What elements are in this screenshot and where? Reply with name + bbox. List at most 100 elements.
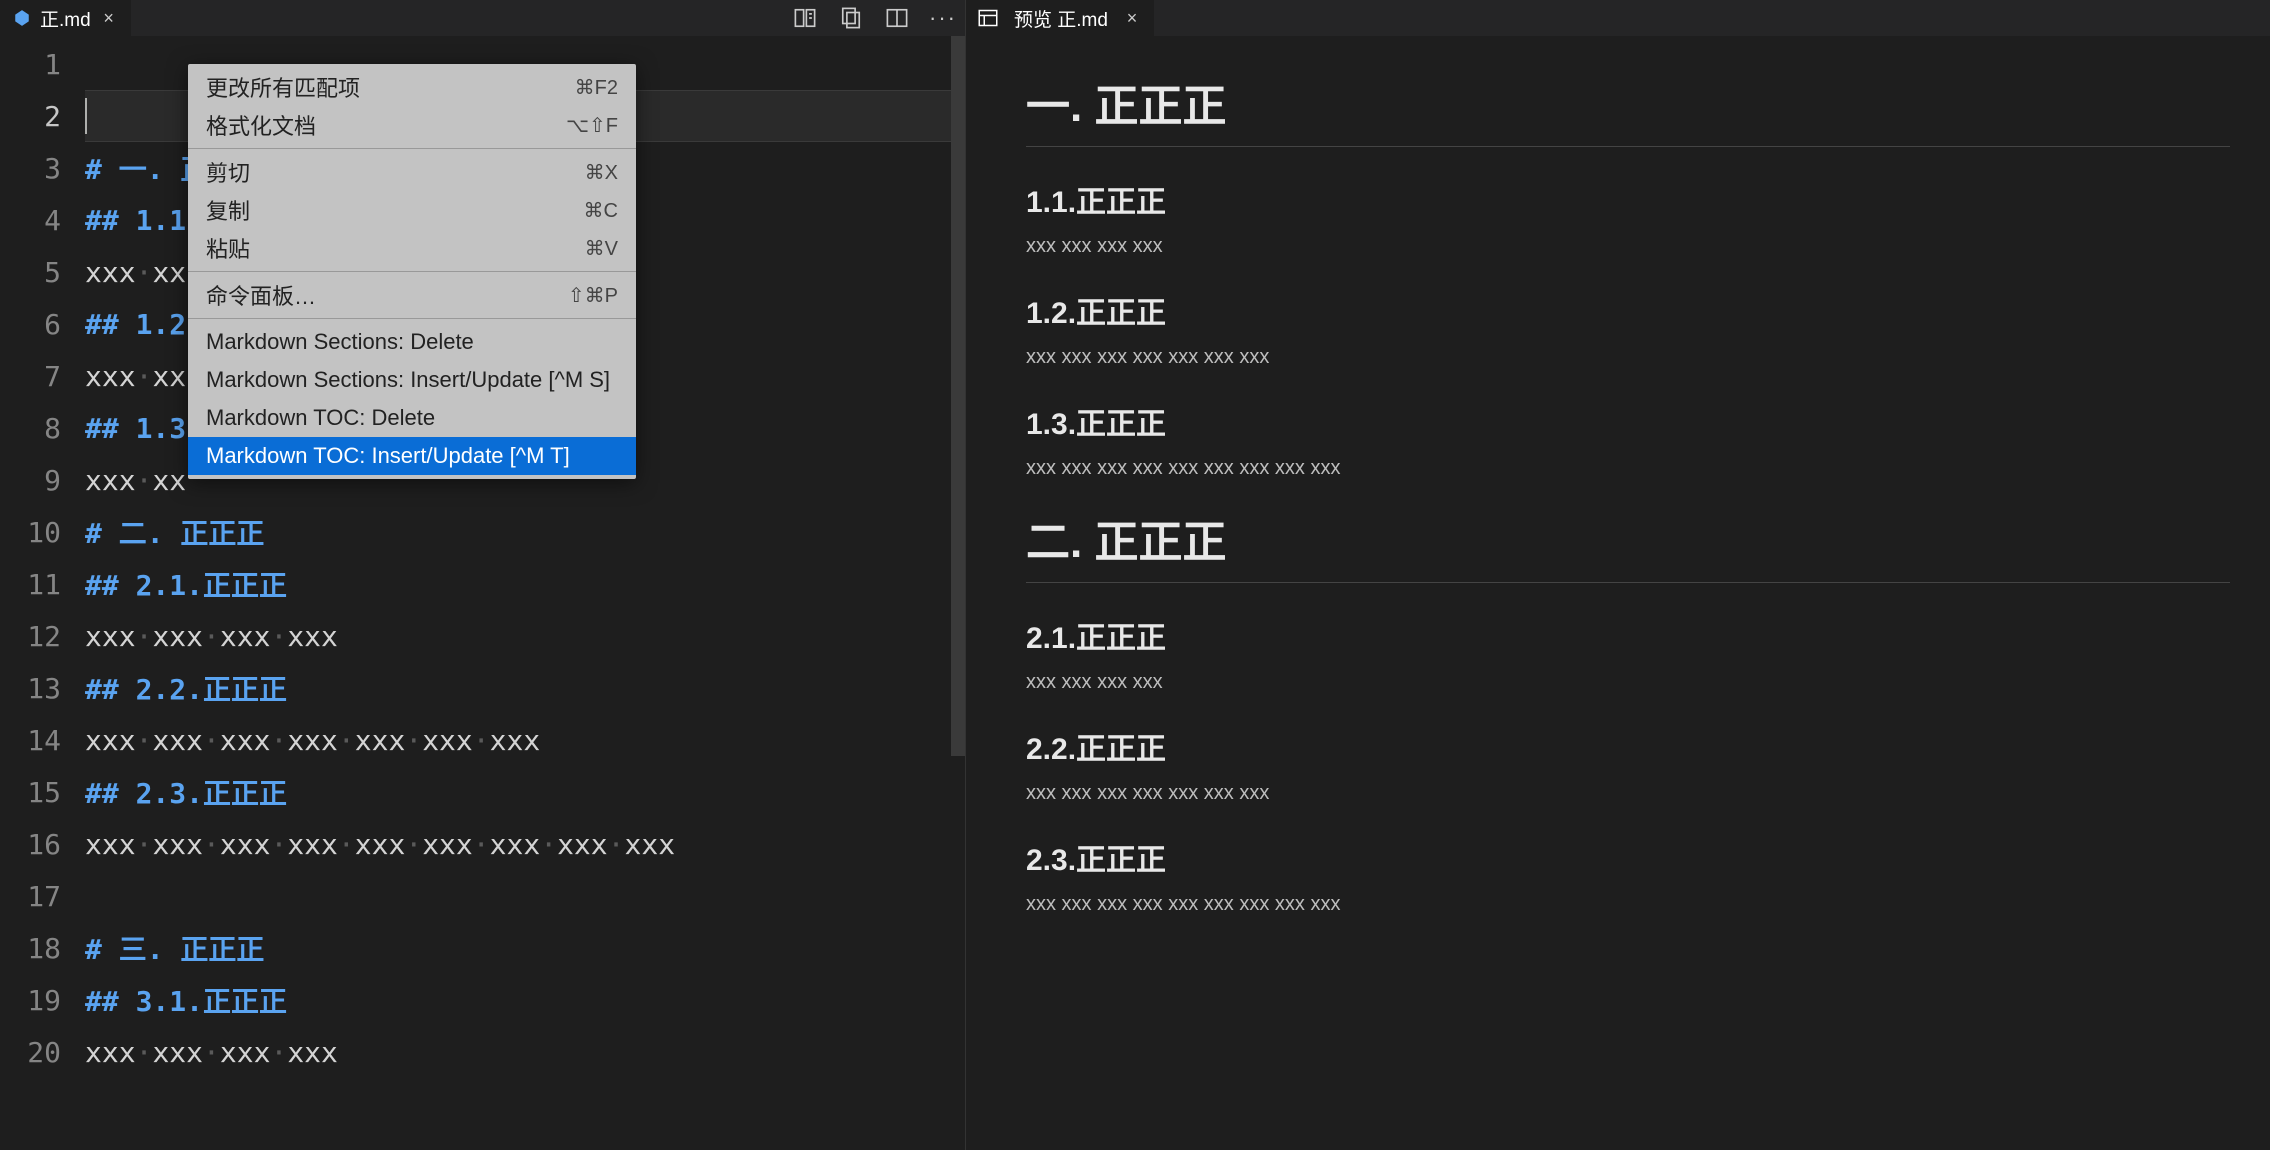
line-number: 3 <box>0 142 85 194</box>
scrollbar-thumb[interactable] <box>951 36 965 756</box>
preview-paragraph: xxx xxx xxx xxx xxx xxx xxx xxx xxx <box>1026 457 2230 480</box>
menu-separator <box>188 318 636 319</box>
context-menu-item[interactable]: Markdown Sections: Delete <box>188 323 636 361</box>
line-number: 18 <box>0 922 85 974</box>
line-number: 14 <box>0 714 85 766</box>
markdown-file-icon <box>12 8 32 28</box>
markdown-text: xxx·xx <box>85 256 186 289</box>
line-number: 15 <box>0 766 85 818</box>
preview-pane: 预览 正.md × 一. 正正正 1.1.正正正 xxx xxx xxx xxx 1.… <box>965 0 2270 1150</box>
menu-item-label: Markdown TOC: Insert/Update [^M T] <box>206 443 570 469</box>
context-menu-item[interactable]: 更改所有匹配项⌘F2 <box>188 68 636 106</box>
code-line[interactable] <box>85 870 965 922</box>
preview-paragraph: xxx xxx xxx xxx xxx xxx xxx <box>1026 782 2230 805</box>
markdown-heading: ## 1.3 <box>85 412 186 445</box>
close-icon[interactable]: × <box>99 8 119 28</box>
menu-item-shortcut: ⌘X <box>585 160 618 185</box>
editor-tab[interactable]: 正.md × <box>0 0 131 36</box>
line-number: 20 <box>0 1026 85 1078</box>
context-menu-item[interactable]: 命令面板… ⇧⌘P <box>188 276 636 314</box>
preview-heading-2: 1.1.正正正 <box>1026 177 2230 221</box>
preview-heading-2: 1.3.正正正 <box>1026 399 2230 443</box>
code-line[interactable]: ## 2.3.正正正 <box>85 766 965 818</box>
line-number: 2 <box>0 90 85 142</box>
line-number: 8 <box>0 402 85 454</box>
code-line[interactable]: ## 3.1.正正正 <box>85 974 965 1026</box>
context-menu: 更改所有匹配项⌘F2格式化文档⌥⇧F 剪切 ⌘X 复制 ⌘C 粘贴 ⌘V 命令面板… ⇧⌘P Ma… <box>188 64 636 479</box>
menu-item-label: 格式化文档 <box>206 109 316 141</box>
menu-item-label: Markdown TOC: Delete <box>206 405 435 431</box>
editor-scrollbar[interactable] <box>951 36 965 1150</box>
context-menu-item[interactable]: 格式化文档⌥⇧F <box>188 106 636 144</box>
code-line[interactable]: # 二. 正正正 <box>85 506 965 558</box>
code-line[interactable]: xxx·xxx·xxx·xxx·xxx·xxx·xxx <box>85 714 965 766</box>
code-line[interactable]: xxx·xxx·xxx·xxx·xxx·xxx·xxx·xxx·xxx <box>85 818 965 870</box>
markdown-heading: ## 3.1.正正正 <box>85 980 287 1020</box>
split-right-icon[interactable] <box>885 6 909 30</box>
preview-paragraph: xxx xxx xxx xxx xxx xxx xxx xxx xxx <box>1026 893 2230 916</box>
line-number: 9 <box>0 454 85 506</box>
line-number: 17 <box>0 870 85 922</box>
menu-item-shortcut: ⌘V <box>585 236 618 261</box>
line-number: 4 <box>0 194 85 246</box>
preview-paragraph: xxx xxx xxx xxx <box>1026 235 2230 258</box>
markdown-text: xxx·xx <box>85 360 186 393</box>
menu-item-label: Markdown Sections: Delete <box>206 329 474 355</box>
code-line[interactable]: ## 2.1.正正正 <box>85 558 965 610</box>
line-number: 16 <box>0 818 85 870</box>
menu-item-label: 粘贴 <box>206 232 250 264</box>
markdown-text: xxx·xxx·xxx·xxx·xxx·xxx·xxx·xxx·xxx <box>85 828 675 861</box>
text-cursor <box>85 98 87 134</box>
code-line[interactable]: # 三. 正正正 <box>85 922 965 974</box>
menu-item-label: Markdown Sections: Insert/Update [^M S] <box>206 367 610 393</box>
preview-heading-2: 1.2.正正正 <box>1026 288 2230 332</box>
markdown-text: xxx·xxx·xxx·xxx <box>85 620 338 653</box>
preview-tab-title: 预览 正.md <box>1014 5 1108 32</box>
preview-heading-2: 2.1.正正正 <box>1026 613 2230 657</box>
context-menu-item[interactable]: Markdown Sections: Insert/Update [^M S] <box>188 361 636 399</box>
menu-separator <box>188 271 636 272</box>
preview-heading-1: 二. 正正正 <box>1026 506 2230 583</box>
context-menu-item[interactable]: Markdown TOC: Delete <box>188 399 636 437</box>
preview-heading-2: 2.2.正正正 <box>1026 724 2230 768</box>
preview-body[interactable]: 一. 正正正 1.1.正正正 xxx xxx xxx xxx 1.2.正正正 xxx x… <box>966 36 2270 1150</box>
preview-heading-2: 2.3.正正正 <box>1026 835 2230 879</box>
menu-item-shortcut: ⇧⌘P <box>568 283 618 308</box>
menu-item-label: 命令面板… <box>206 279 316 311</box>
line-number: 11 <box>0 558 85 610</box>
preview-tab[interactable]: 预览 正.md × <box>966 0 1154 36</box>
code-line[interactable]: xxx·xxx·xxx·xxx <box>85 610 965 662</box>
markdown-heading: ## 1.2 <box>85 308 186 341</box>
editor-pane: 正.md × ··· 12345678910111213141516171819… <box>0 0 965 1150</box>
menu-item-label: 剪切 <box>206 156 250 188</box>
menu-item-shortcut: ⌘F2 <box>575 75 618 100</box>
markdown-heading: # 三. 正正正 <box>85 928 264 968</box>
preview-heading-1: 一. 正正正 <box>1026 70 2230 147</box>
line-number: 10 <box>0 506 85 558</box>
context-menu-item[interactable]: 粘贴 ⌘V <box>188 229 636 267</box>
context-menu-item[interactable]: 剪切 ⌘X <box>188 153 636 191</box>
menu-separator <box>188 148 636 149</box>
preview-panel-icon <box>978 8 998 28</box>
markdown-heading: ## 2.2.正正正 <box>85 668 287 708</box>
line-number: 19 <box>0 974 85 1026</box>
tab-filename: 正.md <box>40 5 91 32</box>
code-line[interactable]: xxx·xxx·xxx·xxx <box>85 1026 965 1078</box>
code-line[interactable]: ## 2.2.正正正 <box>85 662 965 714</box>
preview-paragraph: xxx xxx xxx xxx <box>1026 671 2230 694</box>
markdown-heading: ## 2.1.正正正 <box>85 564 287 604</box>
diff-icon[interactable] <box>839 6 863 30</box>
menu-item-shortcut: ⌘C <box>584 198 618 223</box>
more-icon[interactable]: ··· <box>931 6 955 30</box>
line-number: 12 <box>0 610 85 662</box>
open-preview-icon[interactable] <box>793 6 817 30</box>
context-menu-item[interactable]: 复制 ⌘C <box>188 191 636 229</box>
line-number: 13 <box>0 662 85 714</box>
markdown-text: xxx·xx <box>85 464 186 497</box>
menu-item-label: 复制 <box>206 194 250 226</box>
line-gutter: 1234567891011121314151617181920 <box>0 36 85 1150</box>
context-menu-item[interactable]: Markdown TOC: Insert/Update [^M T] <box>188 437 636 475</box>
editor-tab-bar: 正.md × ··· <box>0 0 965 36</box>
close-icon[interactable]: × <box>1122 8 1142 28</box>
line-number: 7 <box>0 350 85 402</box>
